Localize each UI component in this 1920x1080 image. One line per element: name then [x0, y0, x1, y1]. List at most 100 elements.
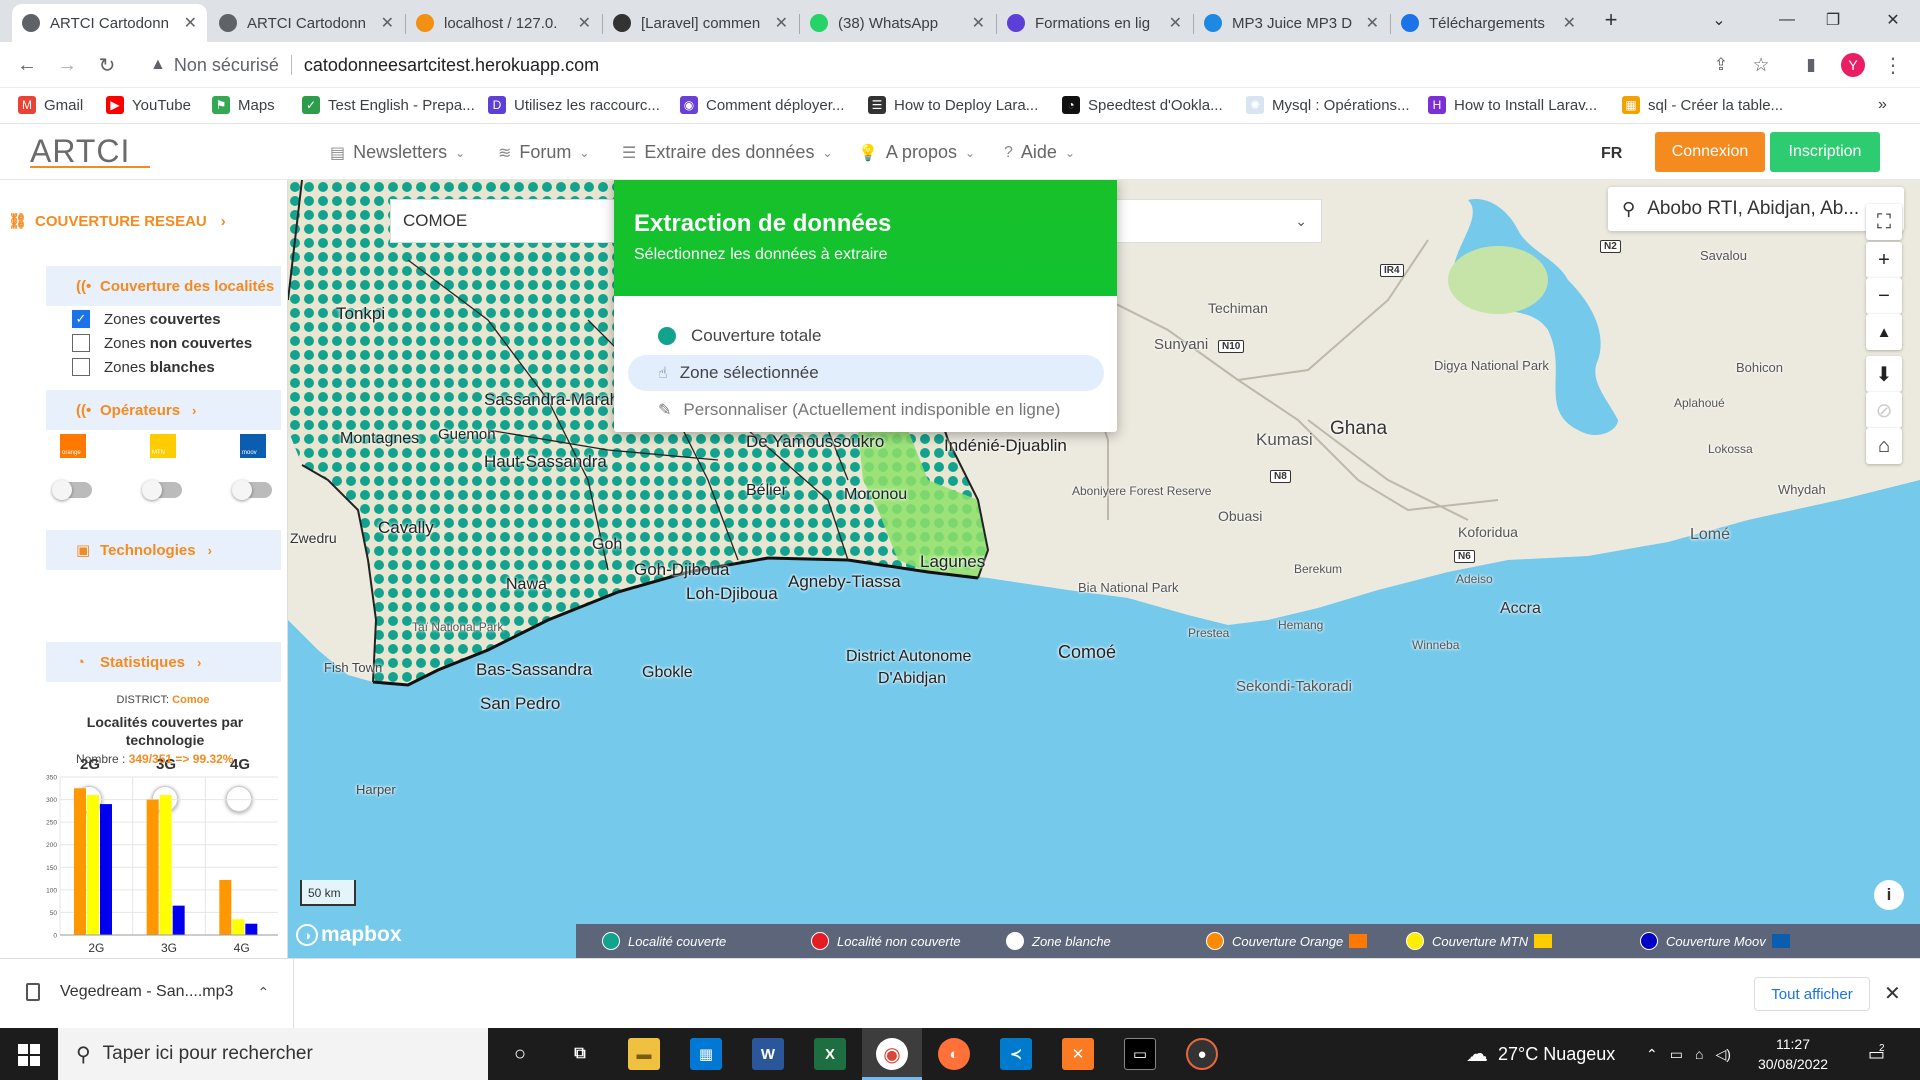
zone-checkbox-row[interactable]: Zones blanches	[72, 358, 215, 376]
operator-toggle[interactable]	[232, 480, 272, 500]
sidepanel-icon[interactable]: ▮	[1796, 50, 1826, 80]
geolocate-icon[interactable]: ⊘	[1866, 392, 1902, 428]
profile-avatar[interactable]: Y	[1838, 50, 1868, 80]
network-icon[interactable]: ⌂	[1695, 1046, 1703, 1062]
tray-chevron-icon[interactable]: ⌃	[1646, 1046, 1658, 1063]
tab-close-icon[interactable]: ✕	[775, 13, 788, 33]
download-item[interactable]: Vegedream - San....mp3 ⌃	[26, 983, 269, 1001]
terminal-icon[interactable]: ▭	[1124, 1038, 1156, 1070]
extraction-option[interactable]: ✎ Personnaliser (Actuellement indisponibl…	[628, 392, 1104, 428]
map-canvas[interactable]: Tonkpi Sassandra-Marahoué Montagnes Guemon H…	[288, 180, 1920, 958]
download-icon[interactable]: ⬇	[1866, 356, 1902, 392]
cortana-icon[interactable]: ○	[504, 1038, 536, 1070]
browser-tab[interactable]: MP3 Juice MP3 D ✕	[1194, 4, 1389, 42]
map-search-input[interactable]: Abobo RTI, Abidjan, Ab...	[1647, 198, 1859, 220]
nav-newspaper[interactable]: ▤ Newsletters ⌄	[330, 142, 465, 163]
bookmark-item[interactable]: ◉ Comment déployer...	[680, 96, 844, 114]
task-view-icon[interactable]: ⧉	[564, 1038, 596, 1070]
district-select-dropdown[interactable]: ⌄	[1114, 199, 1322, 243]
browser-tab[interactable]: [Laravel] commen ✕	[603, 4, 798, 42]
tab-close-icon[interactable]: ✕	[972, 13, 985, 33]
bookmark-item[interactable]: ✓ Test English - Prepa...	[302, 96, 475, 114]
login-button[interactable]: Connexion	[1655, 132, 1765, 172]
zoom-in-button[interactable]: +	[1866, 242, 1902, 278]
bookmark-item[interactable]: ⚑ Maps	[212, 96, 275, 114]
operator-toggle[interactable]	[52, 480, 92, 500]
word-icon[interactable]: W	[752, 1038, 784, 1070]
bookmark-item[interactable]: ▦ sql - Créer la table...	[1622, 96, 1783, 114]
xampp-icon[interactable]: ✕	[1062, 1038, 1094, 1070]
maximize-button[interactable]: ❐	[1810, 0, 1856, 40]
compass-icon[interactable]: ▲	[1866, 314, 1902, 350]
volume-icon[interactable]: ◁)	[1715, 1046, 1730, 1063]
operator-toggle[interactable]	[142, 480, 182, 500]
star-icon[interactable]: ☆	[1746, 50, 1776, 80]
system-clock[interactable]: 11:27 30/08/2022	[1748, 1034, 1838, 1074]
firefox-icon[interactable]: ◐	[938, 1038, 970, 1070]
bookmark-item[interactable]: ✺ Mysql : Opérations...	[1246, 96, 1410, 114]
extraction-option[interactable]: Couverture totale	[628, 318, 1104, 354]
close-window-button[interactable]: ✕	[1870, 0, 1916, 40]
browser-tab[interactable]: Formations en lig ✕	[997, 4, 1192, 42]
reload-button[interactable]: ↻	[92, 50, 122, 80]
tab-search-icon[interactable]: ⌄	[1696, 0, 1742, 40]
nav-forum[interactable]: ≋ Forum ⌄	[498, 142, 589, 163]
browser-tab[interactable]: (38) WhatsApp ✕	[800, 4, 995, 42]
vscode-icon[interactable]: ≺	[1000, 1038, 1032, 1070]
share-icon[interactable]: ⇪	[1706, 50, 1736, 80]
new-tab-button[interactable]: +	[1588, 0, 1634, 40]
omnibox[interactable]: ▲ Non sécurisé catodonneesartcitest.hero…	[138, 47, 1778, 83]
show-all-downloads-button[interactable]: Tout afficher	[1754, 977, 1870, 1011]
taskbar-search[interactable]: ⚲ Taper ici pour rechercher	[58, 1028, 488, 1080]
forward-button[interactable]: →	[52, 50, 82, 80]
extraction-option[interactable]: ☝ Zone sélectionnée	[628, 355, 1104, 391]
excel-icon[interactable]: X	[814, 1038, 846, 1070]
url-text[interactable]: catodonneesartcitest.herokuapp.com	[304, 55, 599, 76]
localites-section-header[interactable]: ((• Couverture des localités	[46, 266, 281, 306]
browser-tab[interactable]: Téléchargements ✕	[1391, 4, 1586, 42]
bookmark-item[interactable]: ☰ How to Deploy Lara...	[868, 96, 1038, 114]
operators-section-header[interactable]: ((• Opérateurs ›	[46, 390, 281, 430]
browser-tab[interactable]: ARTCI Cartodonn ✕	[209, 4, 404, 42]
bookmark-item[interactable]: H How to Install Larav...	[1428, 96, 1597, 114]
bookmark-item[interactable]: ◔ Speedtest d'Ookla...	[1062, 96, 1223, 114]
tab-close-icon[interactable]: ✕	[578, 13, 591, 33]
district-select[interactable]: COMOE	[390, 199, 622, 243]
tab-close-icon[interactable]: ✕	[381, 13, 394, 33]
language-selector[interactable]: FR	[1601, 145, 1622, 163]
close-downloads-icon[interactable]: ✕	[1884, 981, 1901, 1006]
zone-checkbox-row[interactable]: ✓ Zones couvertes	[72, 310, 221, 328]
chrome-icon[interactable]: ◉	[876, 1038, 908, 1070]
checkbox[interactable]	[72, 358, 90, 376]
sidebar-header[interactable]: ⛓ COUVERTURE RESEAU ›	[8, 212, 226, 231]
stats-section-header[interactable]: ◔ Statistiques ›	[46, 642, 281, 682]
notifications-icon[interactable]: ▭ 2	[1868, 1028, 1885, 1080]
nav-help[interactable]: ? Aide ⌄	[1004, 142, 1075, 163]
zoom-out-button[interactable]: −	[1866, 278, 1902, 314]
zone-checkbox-row[interactable]: Zones non couvertes	[72, 334, 252, 352]
artci-logo[interactable]: ARTCI	[28, 132, 153, 172]
system-tray[interactable]: ⌃ ▭ ⌂ ◁)	[1646, 1028, 1731, 1080]
home-icon[interactable]: ⌂	[1866, 428, 1902, 464]
tab-close-icon[interactable]: ✕	[184, 13, 197, 33]
browser-tab[interactable]: ARTCI Cartodonn ✕	[12, 4, 207, 42]
store-icon[interactable]: ▦	[690, 1038, 722, 1070]
technologies-section-header[interactable]: ▣ Technologies ›	[46, 530, 281, 570]
chevron-up-icon[interactable]: ⌃	[257, 984, 269, 1001]
weather-widget[interactable]: ☁ 27°C Nuageux	[1466, 1028, 1615, 1080]
back-button[interactable]: ←	[12, 50, 42, 80]
fullscreen-icon[interactable]: ⛶	[1866, 204, 1902, 240]
checkbox[interactable]	[72, 334, 90, 352]
tab-close-icon[interactable]: ✕	[1563, 13, 1576, 33]
checkbox[interactable]: ✓	[72, 310, 90, 328]
browser-tab[interactable]: localhost / 127.0. ✕	[406, 4, 601, 42]
map-search-box[interactable]: ⚲ Abobo RTI, Abidjan, Ab...	[1608, 187, 1904, 231]
tab-close-icon[interactable]: ✕	[1366, 13, 1379, 33]
battery-icon[interactable]: ▭	[1670, 1046, 1683, 1063]
nav-bulb[interactable]: 💡 A propos ⌄	[858, 142, 975, 163]
info-icon[interactable]: i	[1874, 880, 1904, 910]
obs-icon[interactable]: ●	[1186, 1038, 1218, 1070]
bookmark-item[interactable]: ▶ YouTube	[106, 96, 191, 114]
windows-start-icon[interactable]	[18, 1044, 40, 1066]
tab-close-icon[interactable]: ✕	[1169, 13, 1182, 33]
